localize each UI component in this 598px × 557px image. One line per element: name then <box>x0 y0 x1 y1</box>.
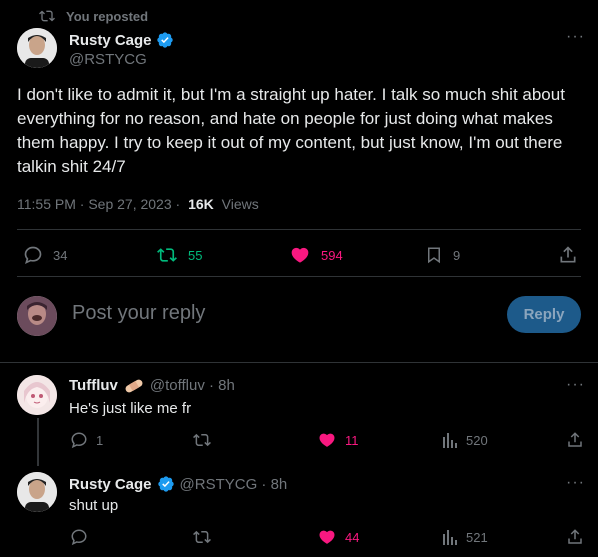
bookmark-count: 9 <box>453 247 461 263</box>
share-action[interactable] <box>566 528 584 546</box>
more-options-icon[interactable]: ··· <box>566 28 585 46</box>
repost-action[interactable] <box>192 431 220 449</box>
reply-action[interactable] <box>70 528 96 546</box>
like-action[interactable]: 11 <box>317 431 359 449</box>
share-icon <box>568 432 582 447</box>
divider <box>17 229 581 230</box>
like-count: 11 <box>345 432 359 448</box>
verified-badge-icon <box>156 32 173 48</box>
heart-icon <box>319 433 335 447</box>
repost-action[interactable]: 55 <box>156 245 202 265</box>
reply-button[interactable]: Reply <box>507 296 581 333</box>
views-count: 521 <box>466 529 488 545</box>
reply-handle-time[interactable]: @toffluv · 8h <box>150 377 235 394</box>
reply-input[interactable]: Post your reply <box>72 302 205 325</box>
repost-icon <box>157 248 177 262</box>
more-options-icon[interactable]: ··· <box>566 474 585 492</box>
like-count: 594 <box>321 247 343 263</box>
repost-icon <box>193 530 211 544</box>
repost-indicator: You reposted <box>38 8 148 24</box>
reply-author-name[interactable]: Rusty Cage <box>69 476 152 493</box>
repost-label: You reposted <box>66 8 149 24</box>
reply-icon <box>71 529 87 546</box>
reply-action[interactable]: 34 <box>23 245 67 265</box>
author-handle[interactable]: @RSTYCG <box>69 51 147 68</box>
more-options-icon[interactable]: ··· <box>566 376 585 394</box>
thread-connector <box>37 418 39 466</box>
share-action[interactable] <box>558 245 578 265</box>
author-avatar[interactable] <box>17 28 57 68</box>
analytics-icon <box>443 433 457 448</box>
reply-handle-time[interactable]: @RSTYCG · 8h <box>180 476 288 493</box>
reply-text: shut up <box>69 497 119 514</box>
divider <box>0 362 598 363</box>
reply-header: Tuffluv @toffluv · 8h <box>69 377 235 394</box>
reply-header: Rusty Cage @RSTYCG · 8h <box>69 475 287 493</box>
reply-action[interactable]: 1 <box>70 431 103 449</box>
user-avatar[interactable] <box>17 296 57 336</box>
verified-badge-icon <box>157 476 174 492</box>
reply-count: 1 <box>96 432 104 448</box>
bandage-icon <box>125 379 143 392</box>
views-count: 16K <box>188 196 214 212</box>
reply-avatar[interactable] <box>17 375 57 415</box>
views-count: 520 <box>466 432 488 448</box>
reply-text: He's just like me fr <box>69 400 192 417</box>
reply-icon <box>24 246 42 265</box>
share-action[interactable] <box>566 431 584 449</box>
heart-icon <box>291 247 309 263</box>
views-label: Views <box>217 196 259 212</box>
bookmark-icon <box>428 247 440 264</box>
reply-avatar[interactable] <box>17 472 57 512</box>
heart-icon <box>319 530 335 544</box>
repost-action[interactable] <box>192 528 220 546</box>
share-icon <box>568 529 582 544</box>
reply-author-name[interactable]: Tuffluv <box>69 377 118 394</box>
tweet-text: I don't like to admit it, but I'm a stra… <box>17 85 565 176</box>
like-action[interactable]: 44 <box>317 528 359 546</box>
author-name[interactable]: Rusty Cage <box>69 32 152 49</box>
repost-icon <box>39 10 55 22</box>
views-action[interactable]: 521 <box>442 528 488 546</box>
tweet-timestamp[interactable]: 11:55 PM · Sep 27, 2023 · <box>17 196 184 212</box>
author-name-row[interactable]: Rusty Cage <box>69 31 174 49</box>
like-count: 44 <box>345 529 360 545</box>
tweet-meta: 11:55 PM · Sep 27, 2023 · 16K Views <box>17 196 259 212</box>
repost-count: 55 <box>188 247 203 263</box>
share-icon <box>560 246 576 263</box>
reply-icon <box>71 432 87 449</box>
divider <box>17 276 581 277</box>
bookmark-action[interactable]: 9 <box>425 245 460 265</box>
repost-icon <box>193 433 211 447</box>
like-action[interactable]: 594 <box>289 245 343 265</box>
views-action[interactable]: 520 <box>442 431 488 449</box>
reply-count: 34 <box>53 247 68 263</box>
analytics-icon <box>443 530 457 545</box>
